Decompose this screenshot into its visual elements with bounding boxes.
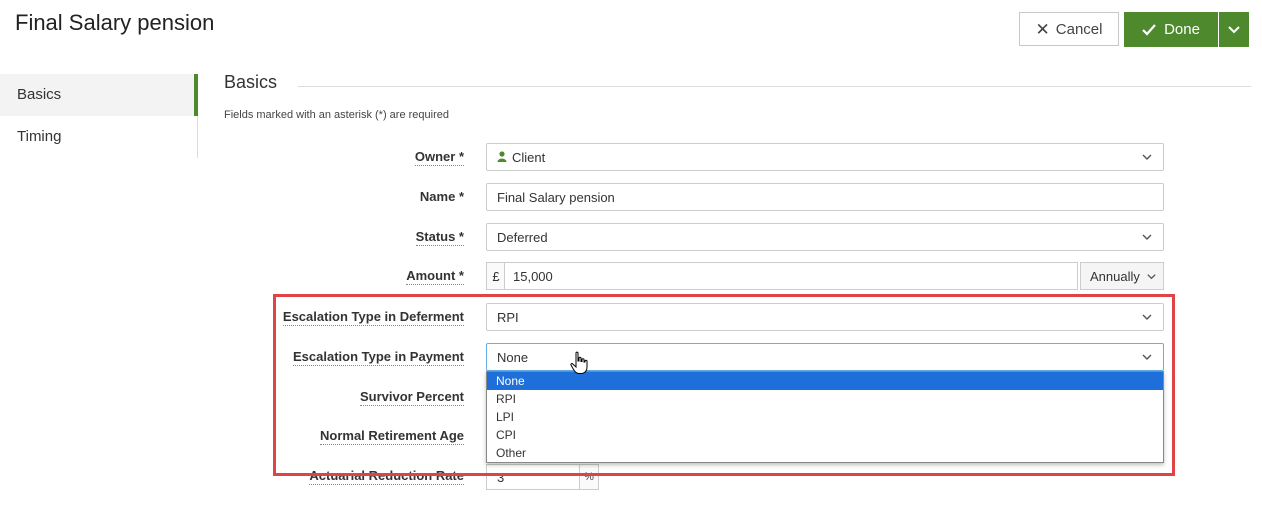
name-value: Final Salary pension [497,189,615,205]
escalation-deferment-select[interactable]: RPI [486,303,1164,331]
done-button-label: Done [1164,21,1200,38]
user-icon [497,150,507,165]
chevron-down-icon [1142,314,1152,320]
dropdown-option-cpi[interactable]: CPI [487,426,1163,444]
chevron-down-icon [1147,274,1156,280]
amount-input[interactable]: 15,000 [504,262,1078,290]
dropdown-option-none[interactable]: None [487,372,1163,390]
escalation-payment-dropdown: None RPI LPI CPI Other [486,371,1164,463]
normal-retirement-age-label: Normal Retirement Age [320,428,464,445]
owner-label: Owner * [414,149,464,166]
cancel-button[interactable]: ✕ Cancel [1019,12,1119,46]
owner-select[interactable]: Client [486,143,1164,171]
name-label: Name * [419,189,464,204]
dropdown-option-rpi[interactable]: RPI [487,390,1163,408]
check-icon [1142,23,1156,36]
done-options-button[interactable] [1219,12,1249,47]
frequency-select[interactable]: Annually [1080,262,1164,290]
page-title: Final Salary pension [15,10,215,35]
chevron-down-icon [1142,354,1152,360]
sidebar-item-timing[interactable]: Timing [0,116,198,158]
dropdown-option-other[interactable]: Other [487,444,1163,462]
survivor-percent-label: Survivor Percent [359,389,464,406]
currency-prefix: £ [486,262,505,290]
required-note: Fields marked with an asterisk (*) are r… [224,109,449,121]
escalation-deferment-label: Escalation Type in Deferment [282,309,464,326]
status-select[interactable]: Deferred [486,223,1164,251]
escalation-deferment-value: RPI [497,309,519,325]
sidebar-item-basics[interactable]: Basics [0,74,198,116]
dropdown-option-lpi[interactable]: LPI [487,408,1163,426]
status-label: Status * [415,229,464,246]
close-icon: ✕ [1035,19,1050,39]
section-title: Basics [224,72,278,92]
actuarial-reduction-rate-value: 3 [497,469,505,485]
cancel-button-label: Cancel [1055,20,1103,38]
chevron-down-icon [1142,234,1152,240]
actuarial-reduction-rate-label: Actuarial Reduction Rate [309,468,464,485]
owner-value: Client [512,149,546,165]
actuarial-reduction-rate-input[interactable]: 3 [486,464,580,490]
amount-value: 15,000 [513,268,553,284]
sidebar: Basics Timing [0,74,198,158]
percent-suffix: % [579,464,599,490]
status-value: Deferred [497,229,548,245]
escalation-payment-value: None [497,349,529,365]
chevron-down-icon [1228,25,1240,33]
frequency-value: Annually [1090,268,1140,284]
done-button[interactable]: Done [1124,12,1218,47]
chevron-down-icon [1142,154,1152,160]
hand-cursor-icon [570,351,588,374]
amount-label: Amount * [406,268,464,285]
section-divider [298,86,1251,87]
name-input[interactable]: Final Salary pension [486,183,1164,211]
escalation-payment-label: Escalation Type in Payment [293,349,464,366]
